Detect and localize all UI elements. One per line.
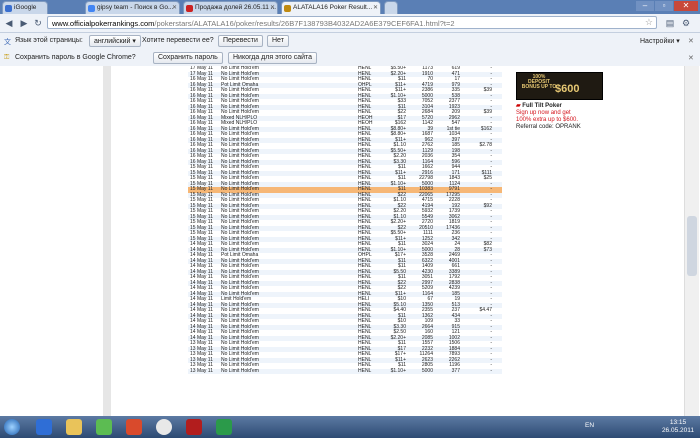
close-infobar-icon[interactable]: ✕ xyxy=(688,37,694,45)
results-table: 17 May 11 No Limit Hold'em HENL $5.50+ 1173 6… xyxy=(188,66,502,374)
translate-icon: 文 xyxy=(4,39,11,46)
minimize-icon[interactable]: – xyxy=(636,1,654,11)
result-row[interactable]: 13 May 11 No Limit Hold'em HENL $1.10+ 5000 3… xyxy=(188,367,502,375)
tab-title: gipsy team - Поиск в Go... xyxy=(97,4,174,11)
never-save-button[interactable]: Никогда для этого сайта xyxy=(228,52,318,64)
ie-icon[interactable] xyxy=(36,419,52,435)
clock-time: 13:15 xyxy=(669,419,687,426)
language-select[interactable]: английский ▾ xyxy=(89,35,141,47)
prize-cell: - xyxy=(490,367,492,374)
password-question: Сохранить пароль в Google Chrome? xyxy=(15,54,136,61)
clock-date: 26.05.2011 xyxy=(661,427,694,434)
scrollbar-thumb[interactable] xyxy=(687,216,697,276)
promo-title[interactable]: ▰ Full Tilt Poker xyxy=(516,103,606,110)
opr-favicon-icon xyxy=(284,5,291,12)
type-cell: HENL xyxy=(358,367,372,374)
translate-question: Хотите перевести ее? xyxy=(142,37,214,44)
url-text: www.officialpokerrankings.com/pokerstars… xyxy=(52,19,455,28)
vertical-scrollbar[interactable] xyxy=(684,66,699,416)
tab-strip: iGoogle gipsy team - Поиск в Go... ✕ Про… xyxy=(0,0,700,14)
language-indicator[interactable]: EN xyxy=(585,422,594,429)
tab-alatala16[interactable]: ALATALA16 Poker Result... ✕ xyxy=(281,1,381,14)
wrench-icon[interactable]: ⚙ xyxy=(680,17,692,29)
password-infobar: ⚿ Сохранить пароль в Google Chrome? Сохр… xyxy=(0,50,700,67)
url-host: www.officialpokerrankings.com xyxy=(52,19,155,28)
forum-favicon-icon xyxy=(186,5,193,12)
address-bar[interactable]: www.officialpokerrankings.com/pokerstars… xyxy=(47,16,657,29)
no-translate-button[interactable]: Нет xyxy=(267,35,289,47)
tab-gipsy-search[interactable]: gipsy team - Поиск в Go... ✕ xyxy=(85,1,180,14)
new-tab-button[interactable] xyxy=(384,1,398,14)
translate-settings-button[interactable]: Настройки ▾ xyxy=(640,37,680,45)
translate-infobar: 文 Язык этой страницы: английский ▾ Хотит… xyxy=(0,33,700,51)
close-icon[interactable]: ✕ xyxy=(373,4,378,11)
key-icon: ⚿ xyxy=(4,54,10,61)
toolbar: ◀ ▶ ↻ www.officialpokerrankings.com/poke… xyxy=(0,14,700,33)
tab-prodazha[interactable]: Продажа долей 26.05.11 ... ✕ xyxy=(183,1,278,14)
translate-button[interactable]: Перевести xyxy=(218,35,263,47)
language-value: английский xyxy=(94,38,131,45)
tab-igoogle[interactable]: iGoogle xyxy=(2,1,48,14)
translate-lang-label: Язык этой страницы: xyxy=(15,37,83,44)
forward-icon[interactable]: ▶ xyxy=(18,17,30,29)
bonus-amount: $600 xyxy=(555,83,580,95)
page-border xyxy=(103,66,111,416)
igoogle-favicon-icon xyxy=(5,5,12,12)
folder-icon[interactable] xyxy=(66,419,82,435)
back-icon[interactable]: ◀ xyxy=(3,17,15,29)
promo-title-text: Full Tilt Poker xyxy=(522,103,562,109)
bonus-banner-text: 100% DEPOSIT BONUS UP TO xyxy=(521,74,557,90)
tab-title: iGoogle xyxy=(14,4,37,11)
bookmark-star-icon[interactable]: ☆ xyxy=(645,17,653,28)
bonus-banner[interactable]: 100% DEPOSIT BONUS UP TO $600 xyxy=(516,72,603,100)
page-menu-icon[interactable]: ▤ xyxy=(664,17,676,29)
app-icon[interactable] xyxy=(126,419,142,435)
media-icon[interactable] xyxy=(96,419,112,435)
full-tilt-icon: ▰ xyxy=(516,103,521,109)
close-icon[interactable]: ✕ xyxy=(270,4,275,11)
maximize-icon[interactable]: ▫ xyxy=(655,1,673,11)
poker-client-icon[interactable] xyxy=(186,419,202,435)
date-cell: 13 May 11 xyxy=(190,367,213,374)
referral-code: Referral code: OPRANK xyxy=(516,124,581,130)
promo-line2[interactable]: 100% extra up to $600. xyxy=(516,117,606,124)
close-window-icon[interactable]: ✕ xyxy=(674,1,698,11)
table-app-icon[interactable] xyxy=(216,419,232,435)
position-cell: 377 xyxy=(451,367,460,374)
close-infobar-icon[interactable]: ✕ xyxy=(688,54,694,62)
chrome-icon[interactable] xyxy=(156,419,172,435)
tab-title: Продажа долей 26.05.11 ... xyxy=(195,4,277,11)
settings-label: Настройки xyxy=(640,38,675,45)
google-favicon-icon xyxy=(88,5,95,12)
full-tilt-promo: ▰ Full Tilt Poker Sign up now and get 10… xyxy=(516,103,606,131)
entrants-cell: 5000 xyxy=(421,367,433,374)
clock[interactable]: 13:15 26.05.2011 xyxy=(662,419,694,435)
promo-line1[interactable]: Sign up now and get xyxy=(516,110,606,117)
reload-icon[interactable]: ↻ xyxy=(32,17,44,29)
start-button-icon[interactable] xyxy=(4,419,20,435)
save-password-button[interactable]: Сохранить пароль xyxy=(153,52,223,64)
buyin-cell: $1.10+ xyxy=(390,367,406,374)
game-cell[interactable]: No Limit Hold'em xyxy=(221,368,259,375)
close-icon[interactable]: ✕ xyxy=(172,4,177,11)
url-path: /pokerstars/ALATALA16/poker/results/26B7… xyxy=(154,19,455,28)
page-content: 17 May 11 No Limit Hold'em HENL $5.50+ 1173 6… xyxy=(0,66,700,416)
taskbar: EN 13:15 26.05.2011 xyxy=(0,416,700,438)
tab-title: ALATALA16 Poker Result... xyxy=(293,4,373,11)
